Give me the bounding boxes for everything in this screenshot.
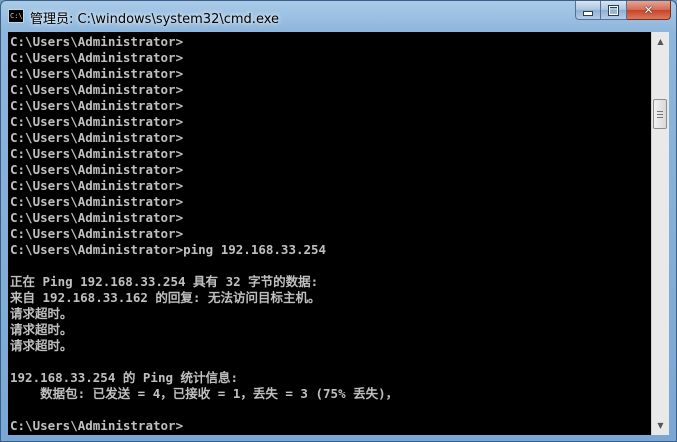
- console-line: 正在 Ping 192.168.33.254 具有 32 字节的数据:: [10, 274, 319, 289]
- scroll-up-button[interactable]: ▲: [653, 33, 668, 49]
- cmd-window: C:\ 管理员: C:\windows\system32\cmd.exe ✕ C…: [0, 0, 677, 442]
- console-line: 数据包: 已发送 = 4，已接收 = 1，丢失 = 3 (75% 丢失)，: [10, 386, 399, 401]
- caption-buttons: ✕: [575, 1, 671, 21]
- console-line: 请求超时。: [10, 322, 73, 337]
- console-line: C:\Users\Administrator>: [10, 178, 184, 193]
- cmd-icon[interactable]: C:\: [8, 9, 24, 23]
- console-line: C:\Users\Administrator>: [10, 82, 184, 97]
- close-icon: ✕: [643, 3, 654, 17]
- console-line: C:\Users\Administrator>: [10, 66, 184, 81]
- close-button[interactable]: ✕: [627, 1, 671, 20]
- arrow-up-icon: ▲: [657, 36, 664, 46]
- scroll-thumb[interactable]: [653, 99, 667, 129]
- console-line: 192.168.33.254 的 Ping 统计信息:: [10, 370, 239, 385]
- console-output[interactable]: C:\Users\Administrator> C:\Users\Administ…: [8, 32, 651, 435]
- console-line: C:\Users\Administrator>: [10, 34, 184, 49]
- console-line: C:\Users\Administrator>: [10, 50, 184, 65]
- console-line: 请求超时。: [10, 306, 73, 321]
- console-line: 请求超时。: [10, 338, 73, 353]
- console-line: C:\Users\Administrator>: [10, 114, 184, 129]
- console-line: 来自 192.168.33.162 的回复: 无法访问目标主机。: [10, 290, 321, 305]
- minimize-button[interactable]: [575, 1, 601, 20]
- console-line: C:\Users\Administrator>: [10, 162, 184, 177]
- maximize-button[interactable]: [601, 1, 627, 20]
- title-bar[interactable]: C:\ 管理员: C:\windows\system32\cmd.exe ✕: [1, 1, 676, 32]
- console-line: C:\Users\Administrator>: [10, 418, 184, 433]
- console-line: C:\Users\Administrator>ping 192.168.33.2…: [10, 242, 327, 257]
- window-title: 管理员: C:\windows\system32\cmd.exe: [30, 12, 279, 27]
- console-line: C:\Users\Administrator>: [10, 210, 184, 225]
- console-line: C:\Users\Administrator>: [10, 130, 184, 145]
- console-line: C:\Users\Administrator>: [10, 98, 184, 113]
- maximize-icon: [608, 4, 619, 16]
- vertical-scrollbar[interactable]: ▲ ▼: [651, 32, 669, 435]
- scroll-down-button[interactable]: ▼: [653, 417, 668, 433]
- minimize-icon: [583, 10, 593, 16]
- arrow-down-icon: ▼: [657, 420, 664, 430]
- console-line: C:\Users\Administrator>: [10, 146, 184, 161]
- console-line: C:\Users\Administrator>: [10, 194, 184, 209]
- console-line: C:\Users\Administrator>: [10, 226, 184, 241]
